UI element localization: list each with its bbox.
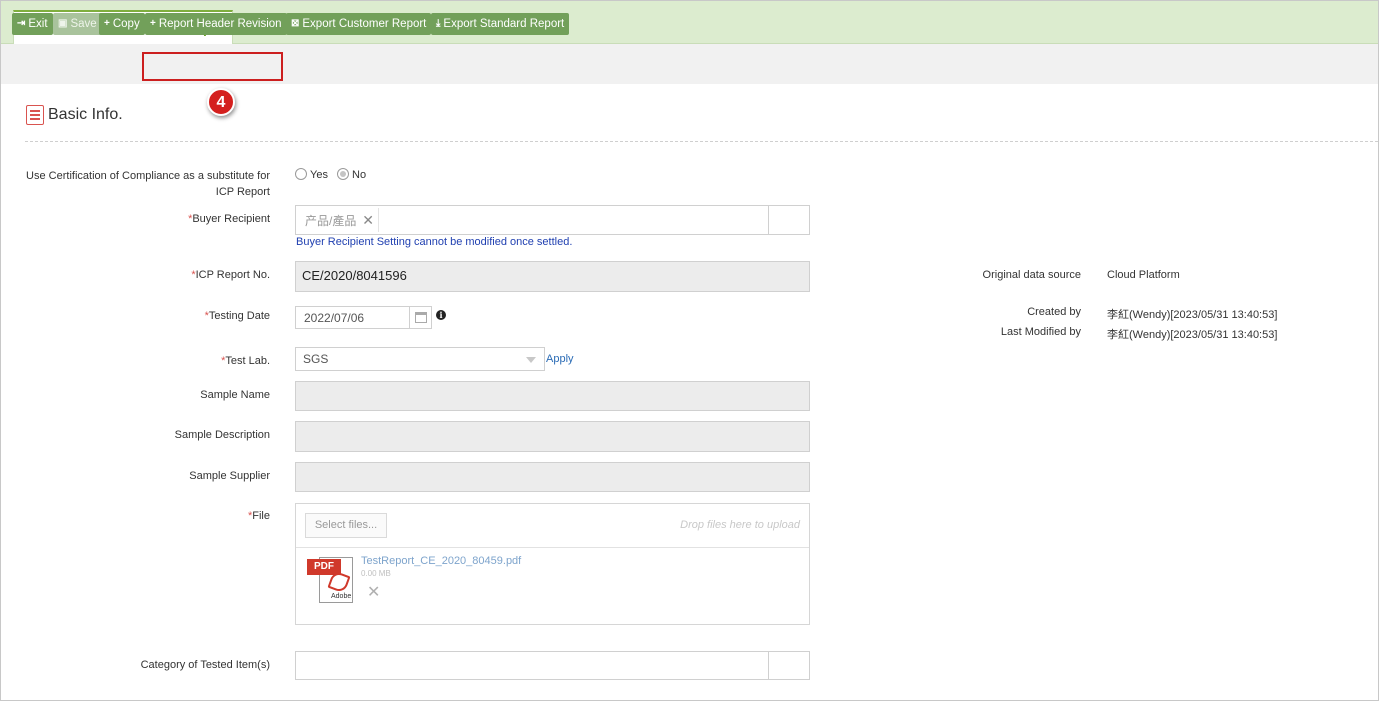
exit-button-label: Exit (28, 18, 48, 30)
apply-link[interactable]: Apply (546, 353, 574, 365)
save-icon: ▣ (58, 18, 68, 29)
pdf-brand: Adobe (331, 593, 352, 600)
coc-yes-option[interactable]: Yes (295, 168, 328, 181)
category-label: Category of Tested Item(s) (140, 659, 270, 671)
created-by-value: 李紅(Wendy)[2023/05/31 13:40:53] (1107, 309, 1278, 321)
exit-icon: ⇥ (17, 18, 26, 29)
list-icon (26, 105, 44, 125)
info-icon[interactable]: i (436, 310, 446, 320)
calendar-icon (415, 312, 427, 323)
coc-no-label: No (352, 169, 367, 181)
sample-name-label: Sample Name (200, 389, 270, 401)
exit-button[interactable]: ⇥ Exit (12, 13, 53, 35)
upload-header: Select files... Drop files here to uploa… (296, 504, 809, 548)
source-value: Cloud Platform (1107, 269, 1180, 281)
pdf-tag: PDF (307, 559, 341, 575)
source-label: Original data source (982, 269, 1081, 281)
category-addon[interactable] (768, 652, 809, 679)
highlight-box (142, 52, 283, 81)
radio-no[interactable] (337, 168, 350, 180)
report-header-revision-button[interactable]: + Report Header Revision (145, 13, 287, 35)
testing-date-picker[interactable]: 2022/07/06 (295, 306, 432, 329)
section-title: Basic Info. (26, 105, 123, 125)
file-name-link[interactable]: TestReport_CE_2020_80459.pdf (361, 555, 521, 567)
coc-no-option[interactable]: No (337, 168, 367, 181)
sample-description-field[interactable] (295, 421, 810, 452)
sample-name-field[interactable] (295, 381, 810, 411)
file-label: *File (247, 510, 270, 522)
calendar-button[interactable] (409, 307, 431, 328)
pdf-file-icon: PDF Adobe (307, 555, 353, 605)
testing-date-value: 2022/07/06 (304, 311, 365, 325)
remove-chip-icon[interactable]: ✕ (358, 212, 374, 228)
report-header-revision-label: Report Header Revision (158, 18, 282, 30)
last-modified-label: Last Modified by (1000, 326, 1081, 338)
created-by-label: Created by (1027, 306, 1081, 318)
buyer-recipient-label: *Buyer Recipient (188, 213, 270, 225)
coc-radio-group: Yes No (295, 168, 366, 181)
coc-label: Use Certification of Compliance as a sub… (26, 170, 270, 198)
sample-supplier-label: Sample Supplier (189, 470, 270, 482)
copy-button[interactable]: + Copy (99, 13, 145, 35)
remove-file-icon[interactable]: ✕ (367, 582, 380, 602)
download-icon: ⤓ (436, 18, 441, 29)
export-customer-report-label: Export Customer Report (302, 18, 427, 30)
export-standard-report-label: Export Standard Report (443, 18, 565, 30)
testing-date-label: *Testing Date (204, 310, 270, 322)
save-button[interactable]: ▣ Save (53, 13, 102, 35)
buyer-addon[interactable] (768, 206, 809, 234)
coc-yes-label: Yes (310, 169, 328, 181)
category-field[interactable] (295, 651, 810, 680)
export-standard-report-button[interactable]: ⤓ Export Standard Report (431, 13, 570, 35)
test-lab-label: *Test Lab. (221, 355, 270, 367)
plus-icon: + (150, 18, 156, 29)
save-button-label: Save (70, 18, 97, 30)
test-lab-value: SGS (303, 352, 329, 366)
icp-report-no-field[interactable]: CE/2020/8041596 (295, 261, 810, 292)
buyer-recipient-field[interactable]: 产品/產品 ✕ (295, 205, 810, 235)
test-lab-select[interactable]: SGS (295, 347, 545, 371)
file-size: 0.00 MB (361, 569, 391, 578)
buyer-chip: 产品/產品 ✕ (300, 208, 379, 232)
last-modified-value: 李紅(Wendy)[2023/05/31 13:40:53] (1107, 329, 1278, 341)
file-upload: Select files... Drop files here to uploa… (295, 503, 810, 625)
section-title-text: Basic Info. (48, 106, 123, 123)
chevron-down-icon (526, 357, 536, 363)
radio-yes[interactable] (295, 168, 307, 180)
icp-report-no-value: CE/2020/8041596 (302, 268, 407, 283)
drop-zone-hint[interactable]: Drop files here to upload (680, 519, 800, 531)
buyer-chip-label: 产品/產品 (305, 214, 357, 228)
buyer-hint: Buyer Recipient Setting cannot be modifi… (296, 236, 573, 248)
sample-description-label: Sample Description (174, 429, 270, 441)
icp-report-no-label: *ICP Report No. (191, 269, 270, 281)
sample-supplier-field[interactable] (295, 462, 810, 492)
select-files-button[interactable]: Select files... (305, 513, 387, 538)
copy-button-label: Copy (112, 18, 140, 30)
plus-icon: + (104, 18, 110, 29)
excel-icon: ⊠ (291, 18, 300, 29)
divider (25, 141, 1378, 142)
step-badge: 4 (207, 88, 235, 116)
export-customer-report-button[interactable]: ⊠ Export Customer Report (286, 13, 432, 35)
